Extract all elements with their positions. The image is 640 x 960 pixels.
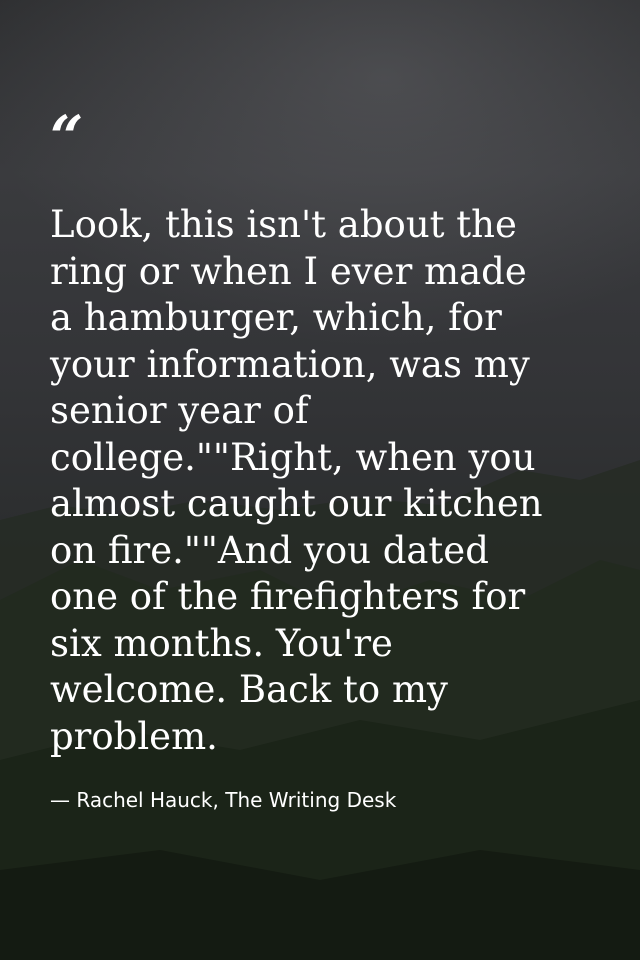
quote-line: six months. You're [50, 621, 393, 665]
quote-line: Look, this isn't about the [50, 203, 517, 246]
quote-line: on fire.""And you dated [50, 528, 489, 572]
quote-line: ring or when I ever made [50, 249, 527, 293]
quote-mark-icon: “ [50, 103, 84, 171]
quote-line: senior year of [50, 389, 309, 432]
quote-line: problem. [50, 714, 218, 758]
quote-line: almost caught our kitchen [50, 482, 543, 525]
quote-line: your information, was my [50, 342, 530, 386]
quote-attribution: — Rachel Hauck, The Writing Desk [50, 788, 397, 812]
quote-line: college.""Right, when you [50, 435, 536, 479]
quote-line: a hamburger, which, for [50, 296, 502, 339]
quote-text: Look, this isn't about the ring or when … [50, 202, 595, 760]
quote-line: welcome. Back to my [50, 668, 448, 711]
quote-line: one of the firefighters for [50, 575, 526, 618]
